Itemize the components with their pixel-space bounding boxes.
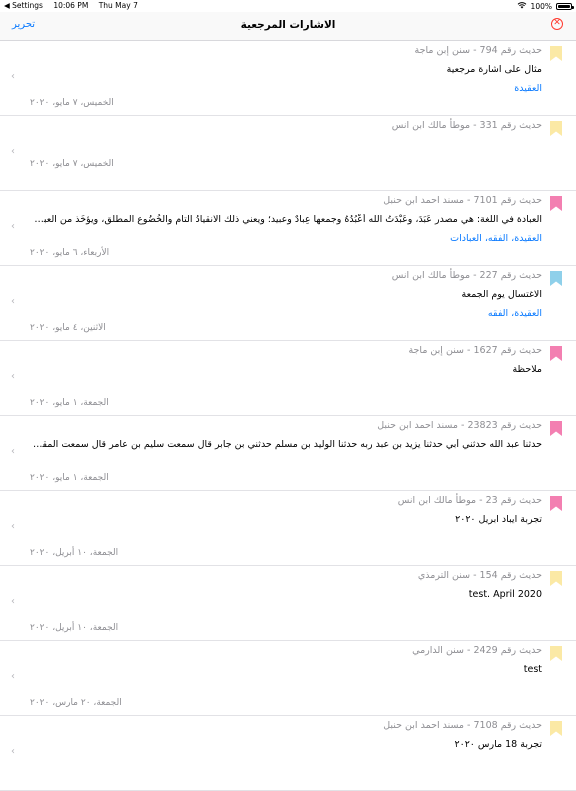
bookmark-note: test. April 2020 bbox=[468, 589, 542, 600]
status-bar: ◀ Settings 10:06 PM Thu May 7 100% bbox=[0, 0, 576, 12]
hadith-reference: حديث رقم 1627 - سنن إبن ماجة bbox=[408, 345, 542, 356]
bookmark-date: الخميس، ٧ مايو، ٢٠٢٠ bbox=[30, 159, 114, 169]
bookmark-note: العبادة في اللغة: هي مصدر عَبَدَ، وعَبْد… bbox=[32, 214, 542, 225]
bookmark-row[interactable]: حديث رقم 23823 - مسند احمد ابن حنبل حدثنا… bbox=[0, 416, 576, 491]
back-to-settings[interactable]: ◀ Settings bbox=[4, 1, 43, 10]
hadith-reference: حديث رقم 7101 - مسند احمد ابن حنبل bbox=[383, 195, 542, 206]
bookmark-note: ملاحظة bbox=[512, 364, 542, 375]
chevron-left-icon: ‹ bbox=[11, 221, 15, 232]
bookmark-row[interactable]: حديث رقم 1627 - سنن إبن ماجة ملاحظة الجمعة… bbox=[0, 341, 576, 416]
chevron-left-icon: ‹ bbox=[11, 746, 15, 757]
status-date: Thu May 7 bbox=[98, 1, 138, 10]
hadith-reference: حديث رقم 331 - موطأ مالك ابن انس bbox=[391, 120, 542, 131]
bookmark-date: الأربعاء، ٦ مايو، ٢٠٢٠ bbox=[30, 248, 110, 258]
page-title: الاشارات المرجعية bbox=[240, 19, 336, 31]
bookmark-note: test bbox=[523, 664, 542, 675]
bookmark-tags[interactable]: العقيدة، الفقه bbox=[488, 308, 542, 319]
status-time: 10:06 PM bbox=[53, 1, 89, 10]
bookmark-date: الخميس، ٧ مايو، ٢٠٢٠ bbox=[30, 98, 114, 108]
chevron-left-icon: ‹ bbox=[11, 521, 15, 532]
bookmark-note: تجربة ايباد ابريل ٢٠٢٠ bbox=[455, 514, 542, 525]
bookmark-date: الجمعة، ١ مايو، ٢٠٢٠ bbox=[30, 473, 109, 483]
hadith-reference: حديث رقم 23823 - مسند احمد ابن حنبل bbox=[377, 420, 542, 431]
bookmark-list: حديث رقم 794 - سنن إبن ماجة مثال على اشار… bbox=[0, 41, 576, 791]
bookmark-date: الجمعة، ١٠ أبريل، ٢٠٢٠ bbox=[30, 548, 119, 558]
bookmark-icon bbox=[550, 496, 562, 511]
bookmark-tags[interactable]: العقيدة، الفقه، العبادات bbox=[450, 233, 542, 244]
bookmark-date: الجمعة، ٢٠ مارس، ٢٠٢٠ bbox=[30, 698, 122, 708]
battery-icon bbox=[556, 2, 574, 10]
bookmark-row[interactable]: حديث رقم 794 - سنن إبن ماجة مثال على اشار… bbox=[0, 41, 576, 116]
wifi-icon bbox=[517, 1, 527, 11]
navigation-bar: تحرير الاشارات المرجعية ✕ bbox=[0, 12, 576, 41]
bookmark-row[interactable]: حديث رقم 7101 - مسند احمد ابن حنبل العباد… bbox=[0, 191, 576, 266]
chevron-left-icon: ‹ bbox=[11, 671, 15, 682]
bookmark-row[interactable]: حديث رقم 2429 - سنن الدارمي test الجمعة، ٢… bbox=[0, 641, 576, 716]
bookmark-row[interactable]: حديث رقم 7108 - مسند احمد ابن حنبل تجربة … bbox=[0, 716, 576, 791]
chevron-left-icon: ‹ bbox=[11, 371, 15, 382]
chevron-left-icon: ‹ bbox=[11, 296, 15, 307]
status-right: 100% bbox=[517, 1, 574, 11]
bookmark-icon bbox=[550, 196, 562, 211]
bookmark-date: الجمعة، ١٠ أبريل، ٢٠٢٠ bbox=[30, 623, 119, 633]
bookmark-icon bbox=[550, 346, 562, 361]
bookmark-icon bbox=[550, 646, 562, 661]
hadith-reference: حديث رقم 794 - سنن إبن ماجة bbox=[414, 45, 543, 56]
bookmark-icon bbox=[550, 721, 562, 736]
bookmark-date: الاثنين، ٤ مايو، ٢٠٢٠ bbox=[30, 323, 106, 333]
bookmark-icon bbox=[550, 271, 562, 286]
hadith-reference: حديث رقم 7108 - مسند احمد ابن حنبل bbox=[383, 720, 542, 731]
battery-percent: 100% bbox=[530, 1, 552, 11]
bookmark-note: حدثنا عبد الله حدثني أبي حدثنا يزيد بن ع… bbox=[32, 439, 542, 450]
hadith-reference: حديث رقم 2429 - سنن الدارمي bbox=[412, 645, 542, 656]
bookmark-row[interactable]: حديث رقم 23 - موطأ مالك ابن انس تجربة ايب… bbox=[0, 491, 576, 566]
chevron-left-icon: ‹ bbox=[11, 596, 15, 607]
hadith-reference: حديث رقم 23 - موطأ مالك ابن انس bbox=[397, 495, 542, 506]
chevron-left-icon: ‹ bbox=[11, 71, 15, 82]
bookmark-row[interactable]: حديث رقم 227 - موطأ مالك ابن انس الاغتسال… bbox=[0, 266, 576, 341]
bookmark-icon bbox=[550, 571, 562, 586]
bookmark-row[interactable]: حديث رقم 154 - سنن الترمذي test. April 20… bbox=[0, 566, 576, 641]
hadith-reference: حديث رقم 154 - سنن الترمذي bbox=[417, 570, 542, 581]
status-left: ◀ Settings 10:06 PM Thu May 7 bbox=[4, 1, 146, 10]
bookmark-icon bbox=[550, 121, 562, 136]
bookmark-icon bbox=[550, 46, 562, 61]
bookmark-note: الاغتسال يوم الجمعة bbox=[461, 289, 542, 300]
chevron-left-icon: ‹ bbox=[11, 446, 15, 457]
bookmark-row[interactable]: حديث رقم 331 - موطأ مالك ابن انس الخميس، … bbox=[0, 116, 576, 191]
bookmark-note: تجربة 18 مارس ٢٠٢٠ bbox=[454, 739, 542, 750]
bookmark-note: مثال على اشارة مرجعية bbox=[446, 64, 542, 75]
chevron-left-icon: ‹ bbox=[11, 146, 15, 157]
close-icon[interactable]: ✕ bbox=[551, 18, 563, 30]
hadith-reference: حديث رقم 227 - موطأ مالك ابن انس bbox=[391, 270, 542, 281]
bookmark-date: الجمعة، ١ مايو، ٢٠٢٠ bbox=[30, 398, 109, 408]
bookmark-tags[interactable]: العقيدة bbox=[514, 83, 542, 94]
bookmark-icon bbox=[550, 421, 562, 436]
